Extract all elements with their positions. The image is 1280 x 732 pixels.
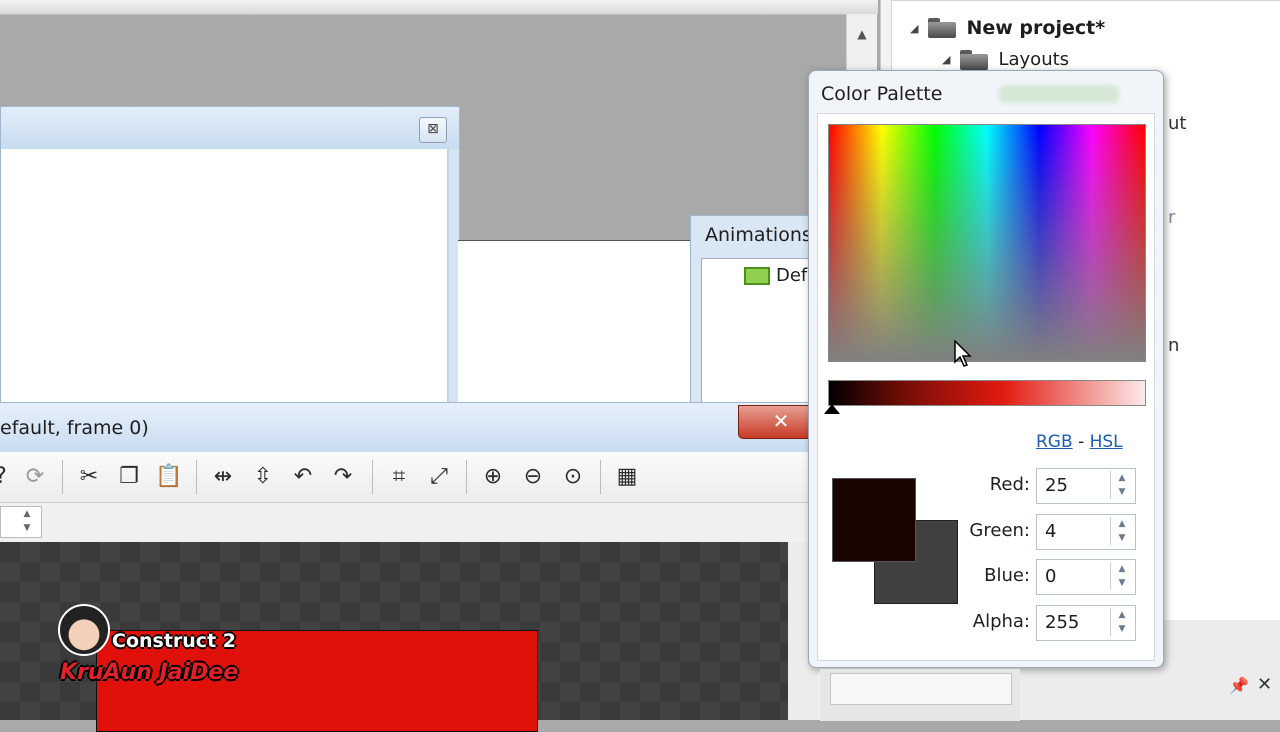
blue-label: Blue: (984, 565, 1030, 586)
animations-panel: Animations Def (690, 215, 823, 408)
refresh-icon[interactable]: ⟳ (20, 462, 50, 492)
alpha-value: 255 (1045, 612, 1080, 633)
cut-icon[interactable]: ✂ (74, 462, 104, 492)
tree-item-layouts[interactable]: ◢ Layouts (942, 49, 1069, 70)
rgb-link[interactable]: RGB (1036, 432, 1073, 452)
green-value: 4 (1045, 521, 1057, 542)
tree-item-clipped[interactable]: ut (1168, 113, 1186, 134)
tree-item-clipped[interactable]: r (1168, 207, 1175, 228)
channel-watermark: Construct 2 KruAun JaiDee (58, 604, 258, 690)
toolbar-divider (466, 460, 467, 494)
color-palette-dialog: Color Palette RGB - HSL Red: 25 ▲ ▼ Green… (808, 70, 1164, 668)
color-spectrum[interactable] (828, 124, 1146, 362)
animation-item-default[interactable]: Def (744, 265, 807, 286)
editor-title: efault, frame 0) (0, 417, 149, 439)
properties-titlebar: ⊠ (1, 107, 459, 149)
spinner-arrows-icon[interactable]: ▲ ▼ (1110, 562, 1133, 590)
properties-window: ⊠ (0, 106, 460, 409)
editor-toolbar: ? ⟳ ✂ ❐ 📋 ⇹ ⇳ ↶ ↷ ⌗ ⤢ ⊕ ⊖ ⊙ ▦ (0, 452, 820, 503)
toolbar-divider (372, 460, 373, 494)
frame-spinner[interactable]: ▲ ▼ (0, 506, 42, 538)
crop-icon[interactable]: ⌗ (384, 462, 414, 492)
alpha-label: Alpha: (972, 611, 1030, 632)
top-strip (0, 0, 878, 15)
avatar (58, 604, 110, 656)
editor-titlebar: efault, frame 0) ✕ (0, 402, 824, 453)
collapse-arrow-icon[interactable]: ◢ (910, 22, 918, 35)
properties-body (1, 149, 449, 409)
close-icon[interactable]: ✕ (1257, 674, 1272, 695)
blurred-label (999, 85, 1119, 103)
copy-icon[interactable]: ❐ (114, 462, 144, 492)
blue-value: 0 (1045, 566, 1057, 587)
toolbar-divider (196, 460, 197, 494)
green-label: Green: (969, 520, 1030, 541)
resize-icon[interactable]: ⤢ (424, 462, 454, 492)
tree-item-clipped[interactable]: n (1168, 335, 1179, 356)
folder-icon (928, 18, 957, 38)
zoom-in-icon[interactable]: ⊕ (478, 462, 508, 492)
blue-input[interactable]: 0 ▲ ▼ (1036, 559, 1136, 595)
folder-icon (960, 49, 989, 70)
current-color-swatch (832, 478, 916, 562)
watermark-author: KruAun JaiDee (60, 660, 239, 685)
animation-item-label: Def (776, 265, 808, 286)
film-strip-icon (744, 266, 770, 285)
help-icon[interactable]: ? (0, 462, 16, 492)
color-mode-links: RGB - HSL (1036, 432, 1123, 452)
spinner-arrows-icon[interactable]: ▲ ▼ (1110, 471, 1133, 499)
red-value: 25 (1045, 475, 1068, 496)
close-button[interactable]: ⊠ (419, 117, 447, 143)
mode-separator: - (1078, 432, 1085, 452)
rotate-cw-icon[interactable]: ↷ (328, 462, 358, 492)
collapse-arrow-icon[interactable]: ◢ (942, 53, 950, 66)
spinner-arrows-icon[interactable]: ▲ ▼ (1110, 517, 1133, 545)
project-name: New project* (966, 17, 1106, 39)
transparency-icon[interactable]: ▦ (612, 462, 642, 492)
spinner-arrows-icon[interactable]: ▲ ▼ (15, 507, 39, 535)
bottom-panel-box (830, 673, 1012, 705)
hsl-link[interactable]: HSL (1090, 432, 1123, 452)
palette-body: RGB - HSL Red: 25 ▲ ▼ Green: 4 ▲ ▼ Blue: 0… (817, 113, 1155, 661)
paste-icon[interactable]: 📋 (154, 462, 184, 492)
palette-title: Color Palette (821, 83, 943, 105)
watermark-title: Construct 2 (112, 630, 236, 652)
toolbar-divider (600, 460, 601, 494)
slider-marker-icon[interactable] (824, 404, 840, 414)
red-input[interactable]: 25 ▲ ▼ (1036, 468, 1136, 504)
animations-list: Def (701, 258, 823, 408)
toolbar-divider (62, 460, 63, 494)
scroll-up-arrow-icon[interactable]: ▲ (847, 24, 877, 44)
spinner-arrows-icon[interactable]: ▲ ▼ (1110, 608, 1133, 636)
green-input[interactable]: 4 ▲ ▼ (1036, 514, 1136, 550)
pin-icon[interactable]: 📌 (1229, 676, 1249, 695)
layouts-label: Layouts (998, 49, 1070, 70)
flip-horizontal-icon[interactable]: ⇹ (208, 462, 238, 492)
bottom-panel (820, 668, 1020, 721)
animations-title: Animations (705, 224, 812, 246)
flip-vertical-icon[interactable]: ⇳ (248, 462, 278, 492)
mouse-cursor-icon (954, 340, 972, 367)
rotate-ccw-icon[interactable]: ↶ (288, 462, 318, 492)
zoom-reset-icon[interactable]: ⊙ (558, 462, 588, 492)
alpha-input[interactable]: 255 ▲ ▼ (1036, 605, 1136, 641)
tree-item-project[interactable]: ◢ New project* (910, 17, 1105, 39)
layout-canvas-area (458, 240, 696, 407)
zoom-out-icon[interactable]: ⊖ (518, 462, 548, 492)
luminance-slider[interactable] (828, 380, 1146, 406)
red-label: Red: (989, 474, 1030, 495)
